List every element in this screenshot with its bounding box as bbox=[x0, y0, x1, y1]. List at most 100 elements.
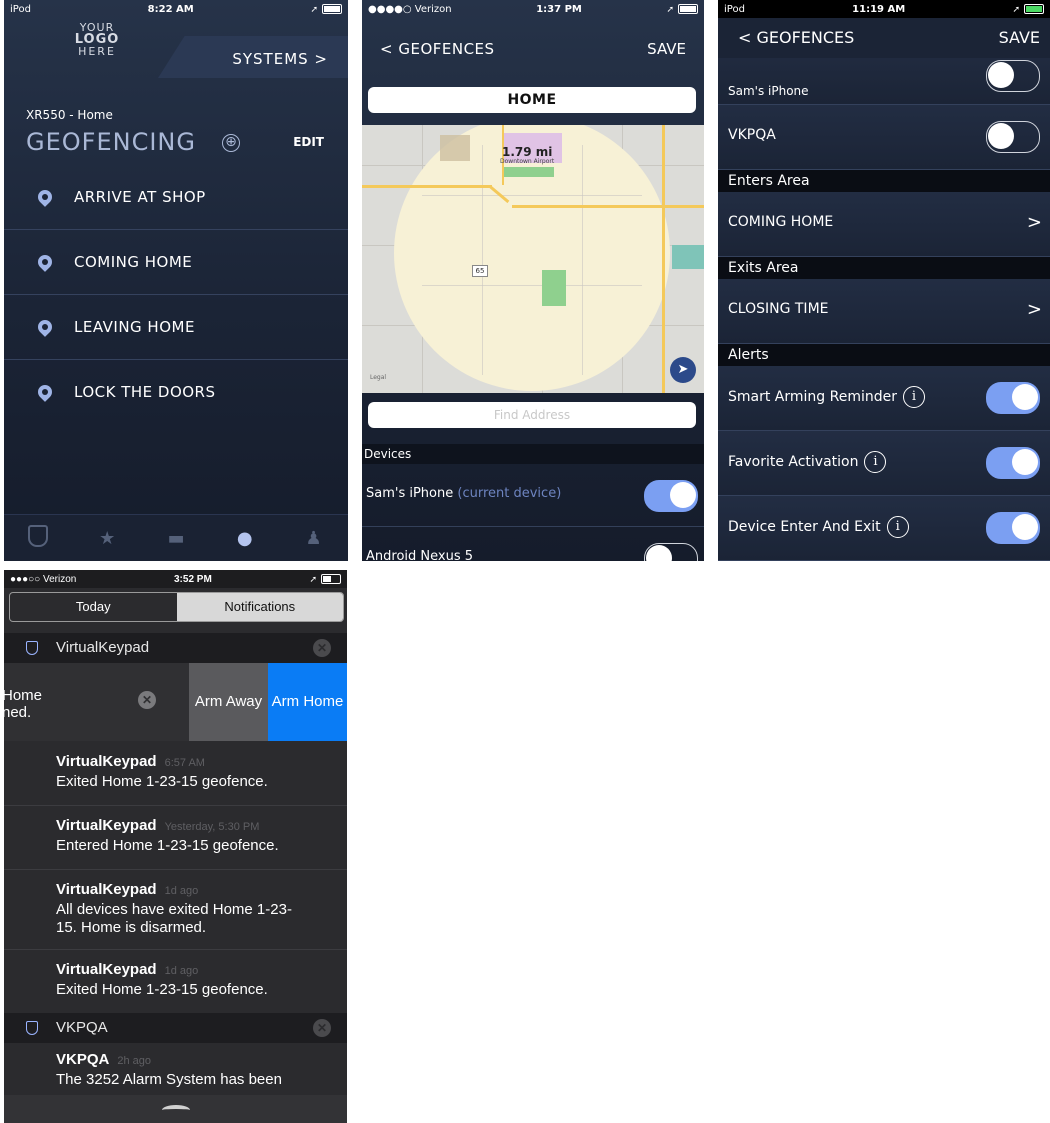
save-button[interactable]: SAVE bbox=[647, 40, 686, 58]
notification-item[interactable]: VirtualKeypad 1d ago Exited Home 1-23-15 … bbox=[4, 949, 347, 1013]
map-view[interactable]: 1.79 mi Downtown Airport 65 Legal ➤ bbox=[362, 125, 704, 393]
airport-label: Downtown Airport bbox=[500, 158, 555, 165]
dismiss-icon[interactable]: ✕ bbox=[138, 691, 156, 709]
app-name: VirtualKeypad bbox=[56, 639, 150, 656]
notification-body: The 3252 Alarm System has been bbox=[56, 1071, 282, 1088]
tab-bar: ★ ▬ ● ♟ bbox=[4, 514, 348, 561]
save-button[interactable]: SAVE bbox=[999, 28, 1040, 47]
geofence-item[interactable]: LEAVING HOME bbox=[4, 295, 348, 360]
nav-bar: < GEOFENCES SAVE bbox=[362, 18, 704, 76]
legal-link[interactable]: Legal bbox=[370, 374, 386, 381]
geofence-item[interactable]: COMING HOME bbox=[4, 230, 348, 295]
info-icon[interactable]: i bbox=[864, 451, 887, 473]
back-button[interactable]: < GEOFENCES bbox=[380, 40, 495, 58]
tab-notifications[interactable]: Notifications bbox=[176, 593, 343, 621]
geofence-label: COMING HOME bbox=[74, 253, 193, 271]
notification-center-screen: ●●●○○ Verizon 3:52 PM ➚ Today Notificati… bbox=[4, 570, 347, 1123]
battery-icon: ➚ bbox=[1012, 3, 1044, 15]
app-group-header: VKPQA ✕ bbox=[4, 1013, 347, 1043]
device-toggle[interactable] bbox=[986, 121, 1040, 153]
geofence-label: LOCK THE DOORS bbox=[74, 383, 216, 401]
notification-body: All devices have exited Home 1-23-15. Ho… bbox=[56, 901, 292, 936]
notification-item[interactable]: VirtualKeypad 1d ago All devices have exi… bbox=[4, 869, 347, 950]
car-icon[interactable]: ▬ bbox=[162, 528, 190, 549]
device-toggle[interactable] bbox=[644, 543, 698, 561]
swiped-notification: Home ned. ✕ Arm Away Arm Home bbox=[4, 663, 347, 741]
action-label: COMING HOME bbox=[728, 214, 834, 230]
notification-body: Exited Home 1-23-15 geofence. bbox=[56, 981, 268, 998]
shield-icon[interactable] bbox=[24, 524, 52, 552]
device-toggle[interactable] bbox=[644, 480, 698, 512]
status-time: 3:52 PM bbox=[174, 573, 212, 585]
tab-today[interactable]: Today bbox=[10, 593, 177, 621]
back-button[interactable]: < GEOFENCES bbox=[738, 28, 854, 47]
alert-toggle[interactable] bbox=[986, 447, 1040, 479]
device-toggle[interactable] bbox=[986, 60, 1040, 92]
device-name: VKPQA bbox=[728, 127, 776, 143]
notification-item[interactable]: VirtualKeypad 6:57 AM Exited Home 1-23-15… bbox=[4, 741, 347, 806]
locate-me-icon[interactable]: ➤ bbox=[670, 357, 696, 383]
systems-button[interactable]: SYSTEMS > bbox=[232, 50, 328, 68]
alert-toggle[interactable] bbox=[986, 382, 1040, 414]
alert-label: Device Enter And Exit bbox=[728, 519, 881, 535]
battery-icon: ➚ bbox=[666, 3, 698, 15]
battery-icon: ➚ bbox=[310, 3, 342, 15]
pin-icon[interactable]: ● bbox=[231, 528, 259, 549]
edit-button[interactable]: EDIT bbox=[293, 135, 324, 149]
alert-toggle[interactable] bbox=[986, 512, 1040, 544]
notification-app: VKPQA bbox=[56, 1051, 110, 1068]
location-pin-icon bbox=[38, 190, 52, 204]
carrier-label: iPod bbox=[724, 3, 745, 15]
person-icon[interactable]: ♟ bbox=[300, 528, 328, 549]
battery-icon: ➚ bbox=[309, 574, 341, 585]
geofence-item[interactable]: LOCK THE DOORS bbox=[4, 360, 348, 424]
arm-home-button[interactable]: Arm Home bbox=[268, 663, 347, 741]
add-geofence-icon[interactable]: ⊕ bbox=[222, 134, 240, 152]
clear-group-icon[interactable]: ✕ bbox=[313, 639, 331, 657]
status-time: 1:37 PM bbox=[536, 3, 582, 15]
status-time: 8:22 AM bbox=[147, 3, 194, 15]
app-shield-icon bbox=[26, 1021, 38, 1035]
geofence-item[interactable]: ARRIVE AT SHOP bbox=[4, 165, 348, 230]
device-row: Sam's iPhone (current device) bbox=[362, 464, 704, 527]
notification-time: 1d ago bbox=[164, 965, 199, 977]
logo: YOUR LOGO HERE bbox=[74, 21, 120, 58]
app-group-header: VirtualKeypad ✕ bbox=[4, 633, 347, 663]
chevron-right-icon: > bbox=[1026, 212, 1042, 233]
exits-area-item[interactable]: CLOSING TIME > bbox=[718, 279, 1050, 344]
alert-row: Device Enter And Exit i bbox=[718, 496, 1050, 561]
notification-app: VirtualKeypad bbox=[56, 961, 157, 978]
alerts-header: Alerts bbox=[718, 344, 1050, 366]
geofence-name-input[interactable]: HOME bbox=[368, 87, 696, 113]
notification-time: 1d ago bbox=[164, 885, 199, 897]
geofence-edit-map-screen: ●●●●○ Verizon 1:37 PM ➚ < GEOFENCES SAVE… bbox=[362, 0, 704, 561]
location-pin-icon bbox=[38, 255, 52, 269]
carrier-label: ●●●○○ Verizon bbox=[10, 573, 77, 585]
enters-area-item[interactable]: COMING HOME > bbox=[718, 192, 1050, 257]
star-icon[interactable]: ★ bbox=[93, 528, 121, 549]
highway-shield: 65 bbox=[472, 265, 488, 277]
devices-section-header: Devices bbox=[362, 444, 704, 464]
alert-row: Favorite Activation i bbox=[718, 431, 1050, 496]
pull-up-grabber[interactable] bbox=[4, 1095, 347, 1123]
notification-app: VirtualKeypad bbox=[56, 881, 157, 898]
current-device-note: (current device) bbox=[457, 486, 562, 501]
notification-center-tabs: Today Notifications bbox=[9, 592, 344, 622]
enters-area-header: Enters Area bbox=[718, 170, 1050, 192]
chevron-right-icon: > bbox=[1026, 299, 1042, 320]
app-name: VKPQA bbox=[56, 1019, 108, 1036]
status-time: 11:19 AM bbox=[852, 3, 906, 15]
alert-label: Favorite Activation bbox=[728, 454, 859, 470]
geofence-label: LEAVING HOME bbox=[74, 318, 195, 336]
notification-body: Exited Home 1-23-15 geofence. bbox=[56, 773, 268, 790]
info-icon[interactable]: i bbox=[886, 516, 909, 538]
notification-time: 2h ago bbox=[117, 1055, 151, 1067]
info-icon[interactable]: i bbox=[903, 386, 925, 408]
page-title: GEOFENCING bbox=[26, 128, 196, 156]
device-name: Sam's iPhone bbox=[366, 486, 454, 501]
clear-group-icon[interactable]: ✕ bbox=[313, 1019, 331, 1037]
notification-item[interactable]: VirtualKeypad Yesterday, 5:30 PM Entered … bbox=[4, 805, 347, 870]
notification-item[interactable]: VKPQA 2h ago The 3252 Alarm System has be… bbox=[4, 1043, 347, 1103]
arm-away-button[interactable]: Arm Away bbox=[189, 663, 268, 741]
find-address-input[interactable]: Find Address bbox=[368, 402, 696, 428]
